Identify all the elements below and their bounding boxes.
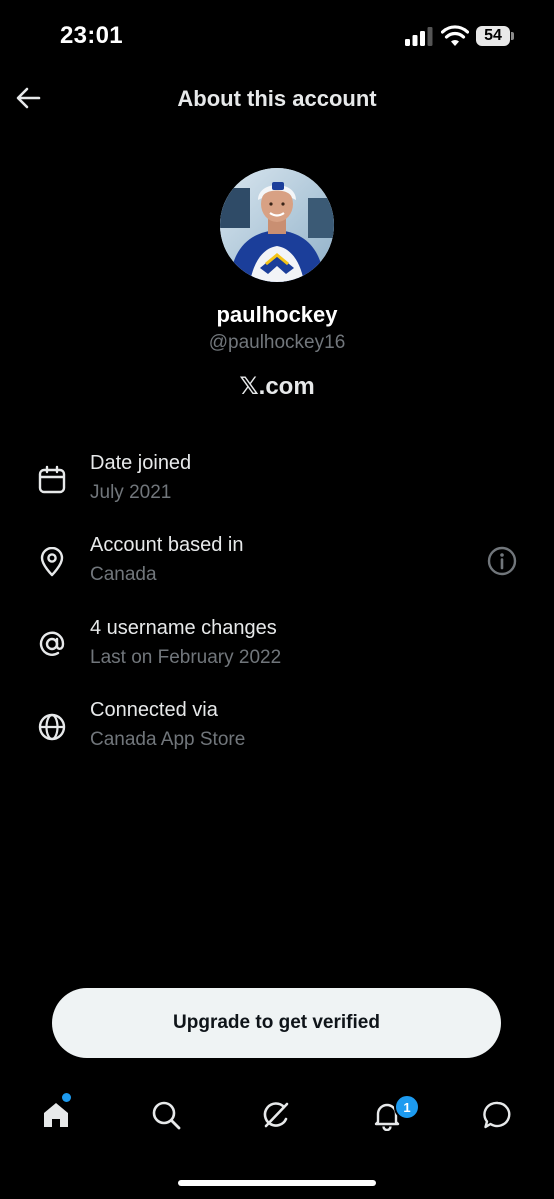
- upgrade-verified-button[interactable]: Upgrade to get verified: [52, 988, 501, 1058]
- nav-messages[interactable]: [480, 1097, 516, 1133]
- calendar-icon: [36, 464, 68, 496]
- nav-home[interactable]: [38, 1097, 74, 1133]
- page-title: About this account: [177, 86, 377, 111]
- detail-subtitle: Last on February 2022: [90, 647, 282, 668]
- detail-row-account-based-in: Account based in Canada: [36, 534, 516, 594]
- globe-icon: [36, 711, 68, 743]
- battery-cap: [511, 32, 514, 40]
- nav-grok[interactable]: [258, 1097, 294, 1133]
- detail-title: 4 username changes: [90, 617, 277, 639]
- home-icon: [44, 1103, 68, 1127]
- battery-indicator: 54: [476, 26, 510, 46]
- messages-icon: [483, 1101, 511, 1129]
- cellular-signal-icon: [405, 27, 433, 46]
- search-icon: [152, 1101, 181, 1130]
- detail-title: Account based in: [90, 534, 244, 556]
- notification-badge: 1: [394, 1094, 420, 1120]
- detail-title: Connected via: [90, 699, 218, 721]
- detail-row-date-joined: Date joined July 2021: [36, 452, 516, 512]
- site-label: 𝕏.com: [239, 373, 315, 400]
- avatar[interactable]: [220, 168, 334, 282]
- location-pin-icon: [36, 546, 68, 578]
- info-button[interactable]: [486, 545, 518, 577]
- display-name: paulhockey: [216, 302, 338, 327]
- detail-subtitle: Canada: [90, 564, 157, 585]
- detail-title: Date joined: [90, 452, 192, 474]
- home-unread-dot: [62, 1093, 71, 1102]
- home-indicator[interactable]: [178, 1180, 376, 1186]
- info-icon: [487, 546, 517, 576]
- detail-subtitle: July 2021: [90, 482, 172, 503]
- detail-row-username-changes: 4 username changes Last on February 2022: [36, 617, 516, 677]
- detail-subtitle: Canada App Store: [90, 729, 246, 750]
- detail-row-connected-via: Connected via Canada App Store: [36, 699, 516, 759]
- user-handle: @paulhockey16: [208, 332, 346, 353]
- nav-search[interactable]: [148, 1097, 184, 1133]
- status-time: 23:01: [60, 22, 123, 49]
- wifi-icon: [441, 25, 469, 46]
- grok-icon: [263, 1102, 289, 1128]
- avatar-photo: [220, 168, 334, 282]
- at-sign-icon: [36, 628, 68, 660]
